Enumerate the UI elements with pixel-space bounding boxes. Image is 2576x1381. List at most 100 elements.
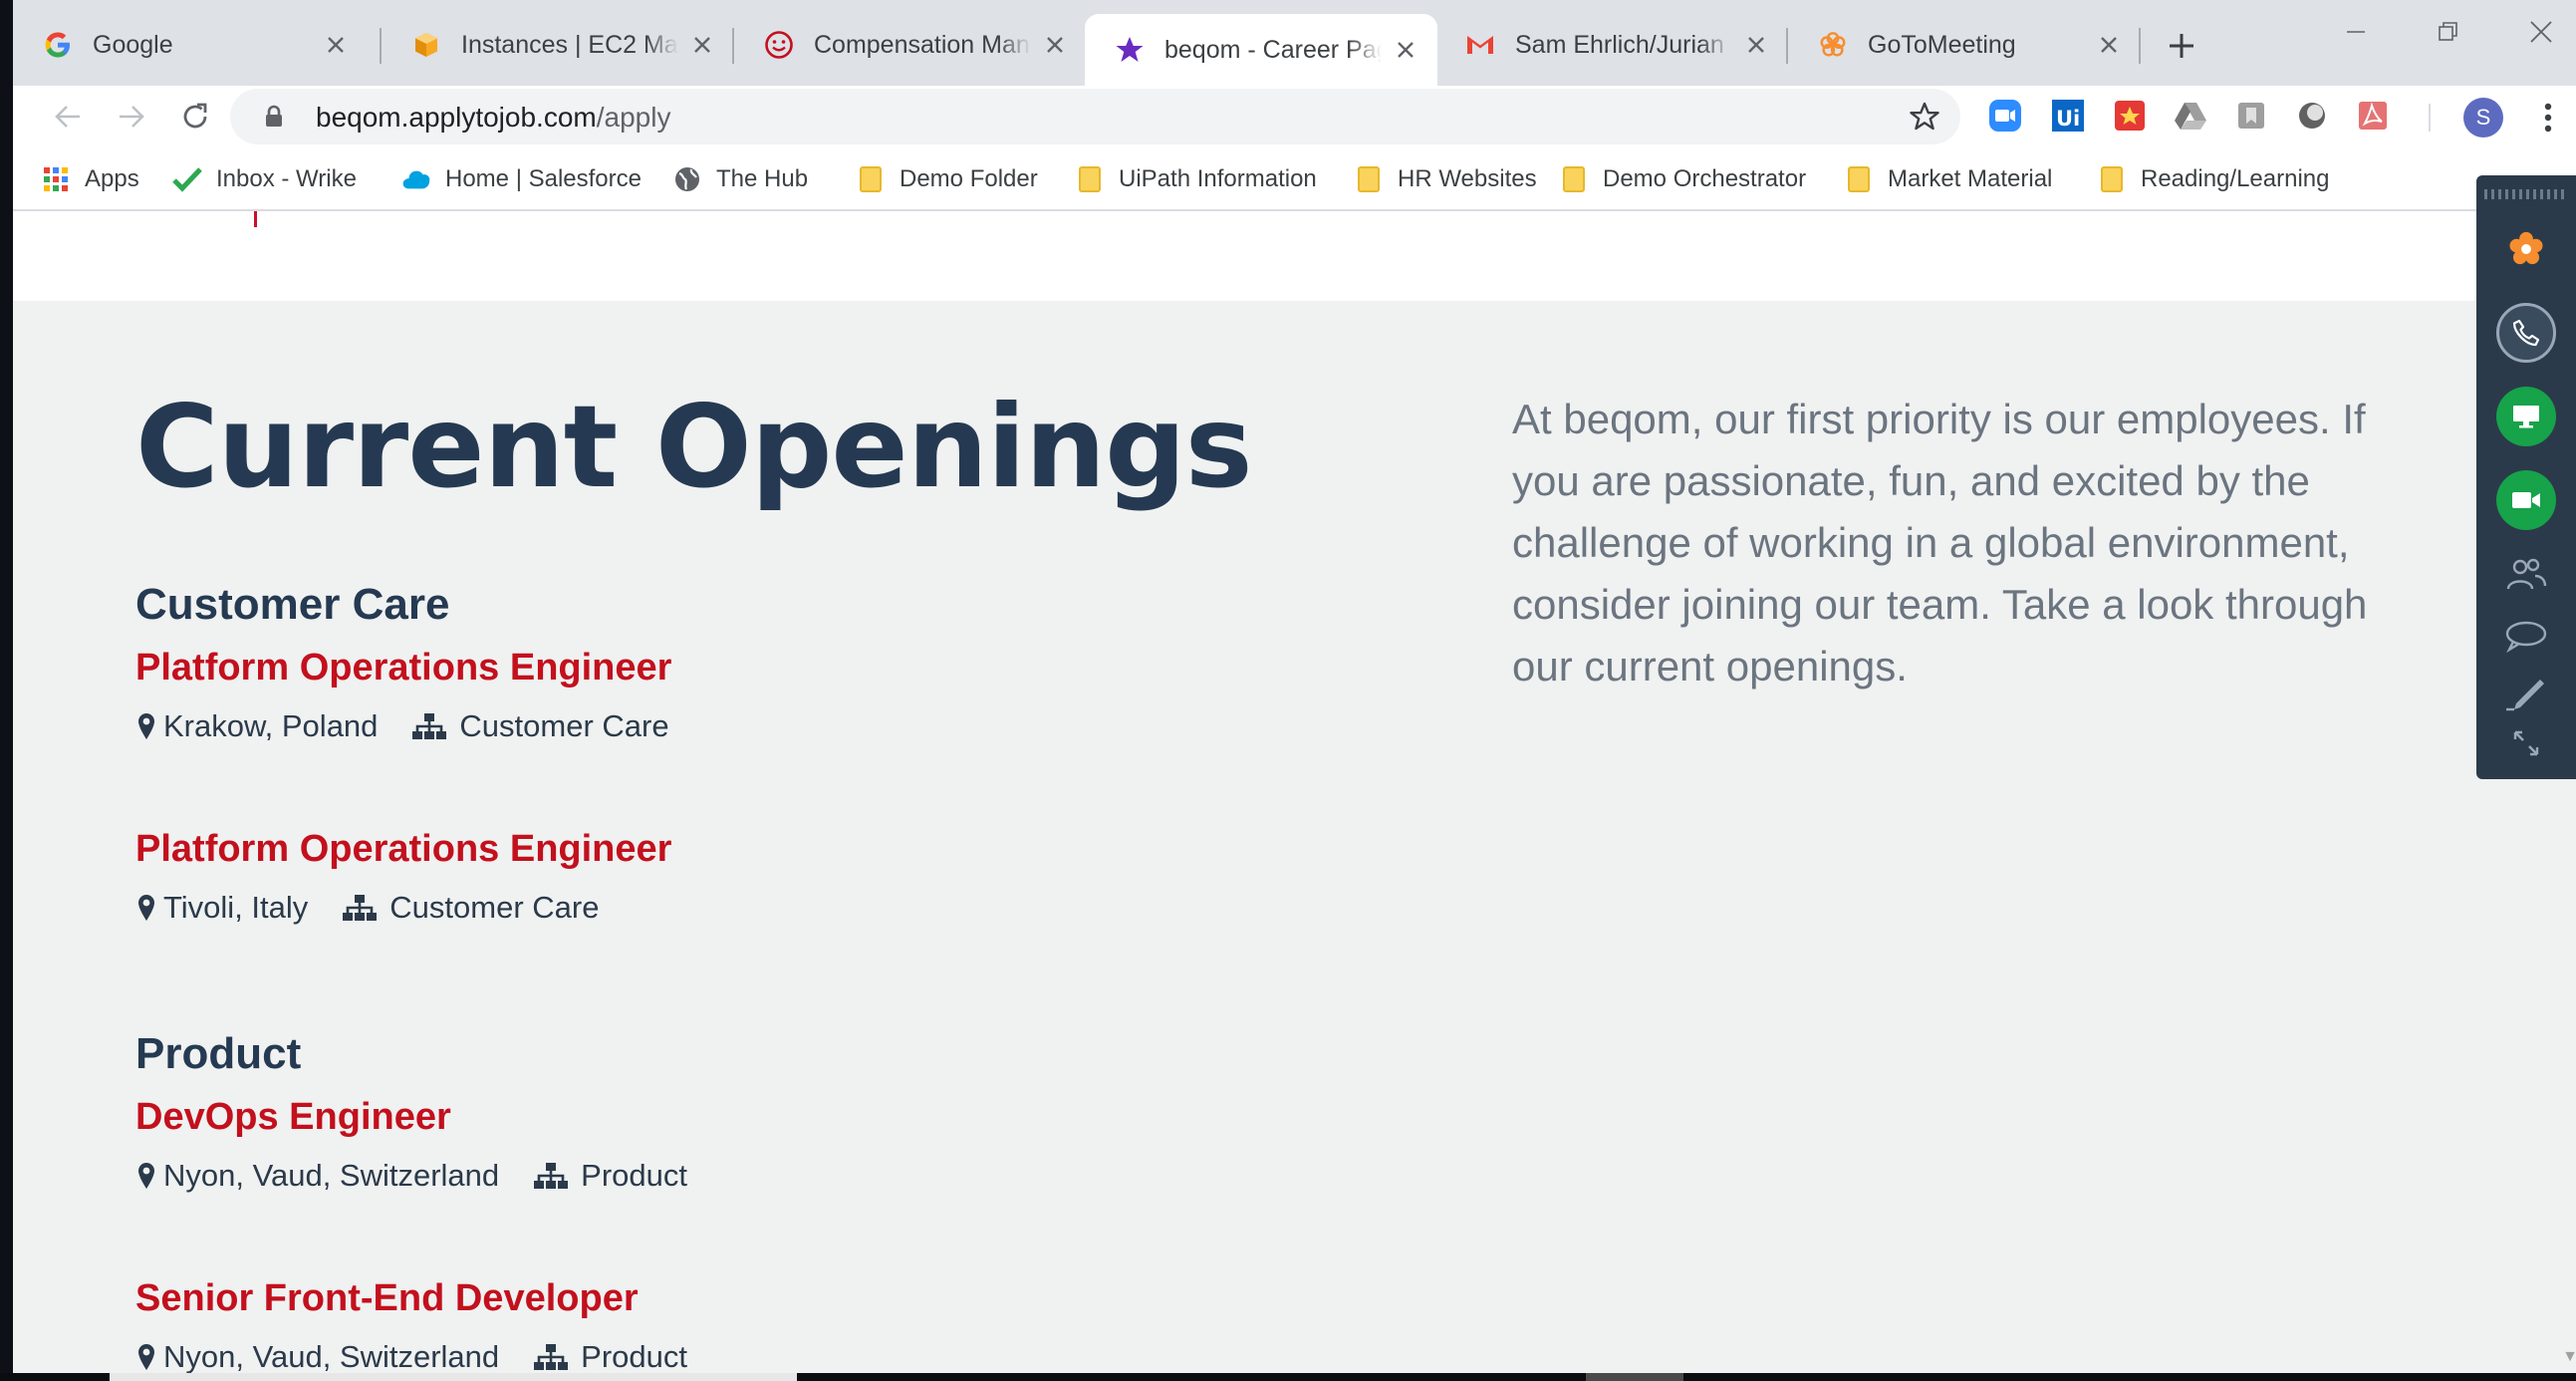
camera-icon[interactable] xyxy=(2496,470,2556,530)
url-text: beqom.applytojob.com/apply xyxy=(316,102,670,134)
tab-title: Sam Ehrlich/Jurian Koster xyxy=(1515,30,1732,59)
bookmark-label: Reading/Learning xyxy=(2141,165,2330,192)
tab-strip: Google Instances | EC2 Management Consol… xyxy=(13,0,2576,86)
tab-title: GoToMeeting xyxy=(1868,30,2016,59)
red-extension-icon[interactable] xyxy=(2111,97,2149,135)
close-icon[interactable] xyxy=(1041,31,1069,59)
job-department: Customer Care xyxy=(389,890,600,925)
job-title-link[interactable]: DevOps Engineer xyxy=(135,1096,451,1139)
bookmark-demo-folder[interactable]: Demo Folder xyxy=(856,161,1038,197)
close-window-button[interactable] xyxy=(2511,14,2571,50)
forward-button[interactable] xyxy=(109,94,154,139)
bookmark-ext-icon[interactable] xyxy=(2232,97,2270,135)
scroll-down-arrow-icon[interactable]: ▼ xyxy=(2558,1345,2576,1369)
close-icon[interactable] xyxy=(2095,31,2123,59)
bookmark-market-material[interactable]: Market Material xyxy=(1844,161,2052,197)
taskbar-segment xyxy=(110,1373,797,1381)
job-location: Nyon, Vaud, Switzerland xyxy=(163,1339,500,1374)
url-host: beqom.applytojob.com xyxy=(316,102,597,133)
job-title-link[interactable]: Platform Operations Engineer xyxy=(135,828,671,871)
map-marker-icon xyxy=(135,893,157,923)
bookmark-the-hub[interactable]: The Hub xyxy=(672,161,808,197)
wrike-check-icon xyxy=(172,164,202,194)
salesforce-cloud-icon xyxy=(401,164,431,194)
org-chart-icon xyxy=(533,1161,569,1191)
draw-icon[interactable] xyxy=(2496,662,2556,721)
globe-icon xyxy=(672,164,702,194)
uipath-icon[interactable]: Ui xyxy=(2049,97,2087,135)
tab-beqom-career[interactable]: beqom - Career Page xyxy=(1085,14,1437,86)
browser-window: Google Instances | EC2 Management Consol… xyxy=(13,0,2576,1375)
minimize-button[interactable] xyxy=(2326,14,2386,50)
job-meta: Tivoli, Italy Customer Care xyxy=(135,888,599,928)
forward-arrow-icon xyxy=(120,106,144,128)
bookmarks-bar: Apps Inbox - Wrike Home | Salesforce The… xyxy=(13,147,2576,211)
tab-title: beqom - Career Page xyxy=(1164,35,1382,64)
attendees-icon[interactable] xyxy=(2496,544,2556,604)
tab-gmail[interactable]: Sam Ehrlich/Jurian Koster xyxy=(1435,16,1788,74)
folder-icon xyxy=(1844,164,1874,194)
bookmark-demo-orchestrator[interactable]: Demo Orchestrator xyxy=(1559,161,1806,197)
job-meta: Krakow, Poland Customer Care xyxy=(135,706,669,746)
close-icon[interactable] xyxy=(1742,31,1770,59)
restore-button[interactable] xyxy=(2419,14,2478,50)
chrome-menu-button[interactable] xyxy=(2533,98,2563,138)
gotomeeting-flower-icon xyxy=(1818,30,1848,60)
bookmark-label: The Hub xyxy=(716,165,809,192)
reload-button[interactable] xyxy=(172,94,218,139)
tab-title: Google xyxy=(93,30,173,59)
tab-title: Instances | EC2 Management Console xyxy=(461,30,678,59)
new-tab-button[interactable] xyxy=(2162,26,2201,66)
bookmark-label: Market Material xyxy=(1888,165,2053,192)
map-marker-icon xyxy=(135,1161,157,1191)
zoom-icon[interactable] xyxy=(1986,97,2024,135)
expand-icon[interactable] xyxy=(2496,713,2556,773)
tab-google[interactable]: Google xyxy=(13,16,368,74)
bookmark-apps[interactable]: Apps xyxy=(41,161,139,197)
drive-icon[interactable] xyxy=(2172,97,2209,135)
org-chart-icon xyxy=(533,1342,569,1372)
bookmark-wrike[interactable]: Inbox - Wrike xyxy=(172,161,357,197)
job-department: Product xyxy=(581,1339,687,1374)
pdf-icon[interactable] xyxy=(2354,97,2392,135)
minimize-icon xyxy=(2347,31,2365,33)
bookmark-reading-learning[interactable]: Reading/Learning xyxy=(2097,161,2329,197)
bookmark-label: Demo Folder xyxy=(900,165,1038,192)
folder-icon xyxy=(1559,164,1589,194)
phone-icon[interactable] xyxy=(2496,303,2556,363)
tab-gotomeeting[interactable]: GoToMeeting xyxy=(1788,16,2141,74)
screen-share-icon[interactable] xyxy=(2496,387,2556,446)
job-location: Tivoli, Italy xyxy=(163,890,309,925)
gmail-icon xyxy=(1465,30,1495,60)
tab-compensation[interactable]: Compensation Management xyxy=(734,16,1087,74)
close-icon[interactable] xyxy=(322,31,350,59)
kebab-menu-icon xyxy=(2544,103,2552,133)
bookmark-hr-websites[interactable]: HR Websites xyxy=(1354,161,1537,197)
panel-drag-handle[interactable] xyxy=(2484,189,2568,199)
profile-avatar[interactable]: S xyxy=(2463,98,2503,138)
chat-icon[interactable] xyxy=(2496,606,2556,666)
plus-icon xyxy=(2170,34,2193,58)
bookmark-star-icon[interactable] xyxy=(1909,101,1940,138)
bookmark-salesforce[interactable]: Home | Salesforce xyxy=(401,161,642,197)
lock-icon[interactable] xyxy=(264,105,284,134)
back-button[interactable] xyxy=(45,94,91,139)
header-logo-fragment xyxy=(254,211,257,227)
close-icon[interactable] xyxy=(688,31,716,59)
job-meta: Nyon, Vaud, Switzerland Product xyxy=(135,1337,687,1375)
circle-ext-icon[interactable] xyxy=(2293,97,2331,135)
bookmark-label: HR Websites xyxy=(1398,165,1537,192)
job-department: Product xyxy=(581,1158,687,1193)
job-department: Customer Care xyxy=(459,708,669,743)
job-title-link[interactable]: Senior Front-End Developer xyxy=(135,1277,639,1320)
tab-ec2[interactable]: Instances | EC2 Management Console xyxy=(382,16,734,74)
gotomeeting-flower-icon[interactable] xyxy=(2496,219,2556,279)
url-path: /apply xyxy=(596,102,671,133)
job-title-link[interactable]: Platform Operations Engineer xyxy=(135,647,671,690)
bookmark-uipath-information[interactable]: UiPath Information xyxy=(1075,161,1317,197)
bookmark-label: Demo Orchestrator xyxy=(1603,165,1807,192)
close-icon[interactable] xyxy=(1392,36,1419,64)
job-meta: Nyon, Vaud, Switzerland Product xyxy=(135,1156,687,1196)
address-bar[interactable]: beqom.applytojob.com/apply xyxy=(230,89,1960,144)
bookmark-label: UiPath Information xyxy=(1119,165,1317,192)
